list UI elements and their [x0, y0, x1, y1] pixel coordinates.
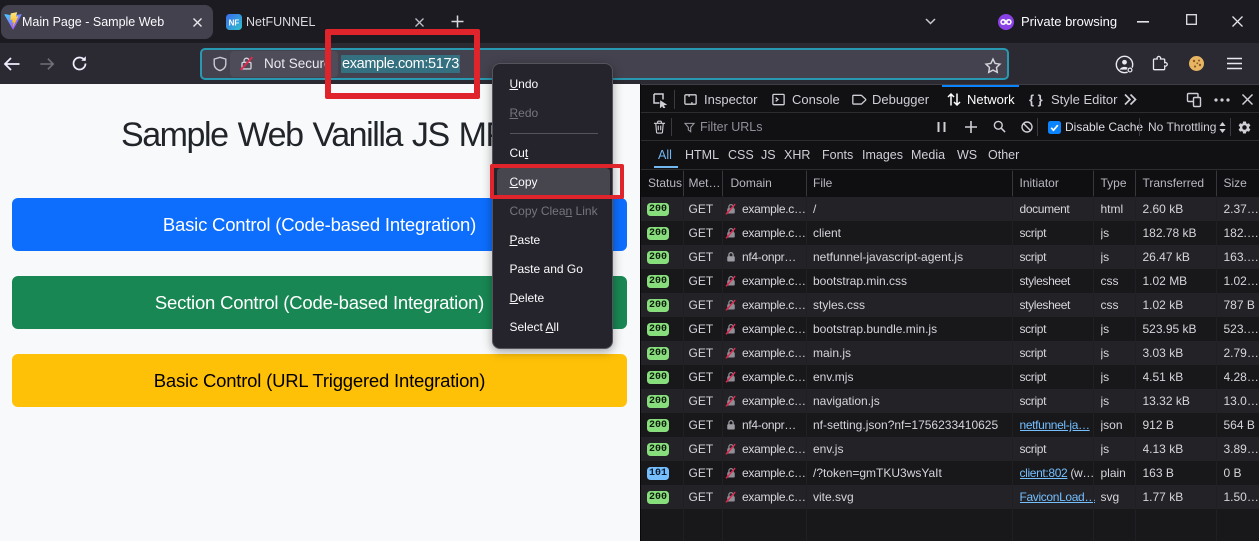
svg-text:NF: NF	[229, 19, 240, 28]
